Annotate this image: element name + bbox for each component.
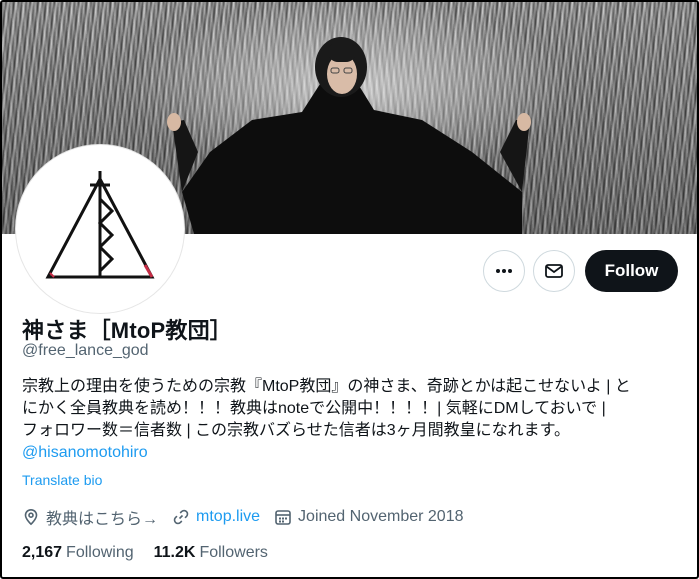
website-link[interactable]: mtop.live xyxy=(196,508,260,526)
profile-name: 神さま［MtoP教団］ xyxy=(22,318,232,343)
profile-bio: 宗教上の理由を使うための宗教『MtoP教団』の神さま、奇跡とかは起こせないよ |… xyxy=(22,376,682,464)
more-icon xyxy=(496,269,512,273)
followers-link[interactable]: 11.2K Followers xyxy=(154,544,268,562)
message-button[interactable] xyxy=(533,250,575,292)
calendar-icon xyxy=(275,510,291,525)
mtop-logo-icon xyxy=(45,171,155,279)
profile-counts: 2,167 Following 11.2K Followers xyxy=(22,541,288,565)
envelope-icon xyxy=(545,264,563,278)
location-pin-icon xyxy=(24,508,38,526)
follow-button[interactable]: Follow xyxy=(585,250,678,292)
location-text: 教典はこちら→ xyxy=(46,511,159,528)
profile-frame: Follow 神さま［MtoP教団］ @free_lance_god 宗教上の理… xyxy=(0,0,699,579)
bio-line: フォロワー数＝信者数 | この宗教バズらせた信者は3ヶ月間教皇になれます。 xyxy=(22,422,571,439)
bio-line: 宗教上の理由を使うための宗教『MtoP教団』の神さま、奇跡とかは起こせないよ |… xyxy=(22,378,631,395)
following-label: Following xyxy=(66,544,134,561)
profile-handle: @free_lance_god xyxy=(22,342,149,359)
profile-avatar[interactable] xyxy=(16,145,184,313)
joined-text: Joined November 2018 xyxy=(298,508,464,525)
translate-bio-link[interactable]: Translate bio xyxy=(22,472,102,488)
following-count: 2,167 xyxy=(22,544,63,561)
bio-line: にかく全員教典を読め！！！教典はnoteで公開中！！！！| 気軽にDMしておいで… xyxy=(22,400,606,417)
following-link[interactable]: 2,167 Following xyxy=(22,544,134,562)
location-item: 教典はこちら→ xyxy=(22,505,158,529)
joined-item: Joined November 2018 xyxy=(274,508,463,526)
website-item: mtop.live xyxy=(172,508,260,526)
link-icon xyxy=(173,509,189,525)
bio-mention-link[interactable]: @hisanomotohiro xyxy=(22,442,682,464)
followers-count: 11.2K xyxy=(153,544,196,561)
followers-label: Followers xyxy=(199,544,268,561)
more-button[interactable] xyxy=(483,250,525,292)
profile-meta: 教典はこちら→ mtop.live Joined November 2018 xyxy=(22,505,477,529)
